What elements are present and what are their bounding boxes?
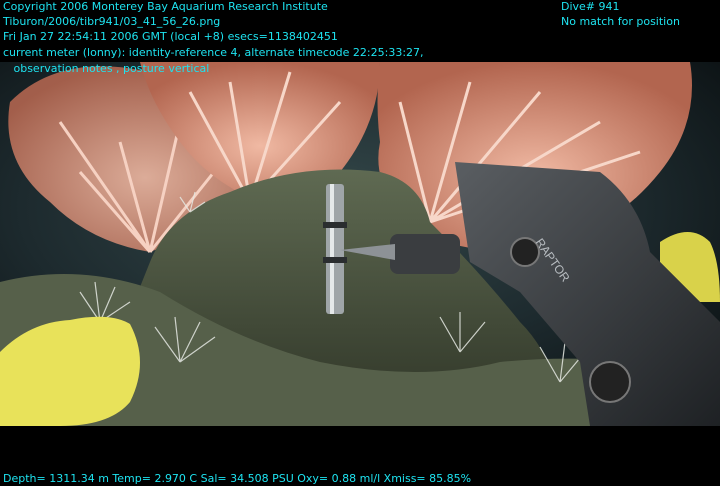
current-meter — [323, 184, 347, 314]
sensor-readout: Depth= 1311.34 m Temp= 2.970 C Sal= 34.5… — [3, 472, 472, 485]
dive-label: Dive# 941 — [561, 0, 620, 13]
header-line-copyright: Copyright 2006 Monterey Bay Aquarium Res… — [3, 0, 328, 13]
header-line-filename: Tiburon/2006/tibr941/03_41_56_26.png — [3, 15, 221, 28]
header-line-annotation: current meter (lonny): identity-referenc… — [3, 46, 424, 59]
position-status: No match for position — [561, 15, 680, 28]
header-line-timestamp: Fri Jan 27 22:54:11 2006 GMT (local +8) … — [3, 30, 338, 43]
underwater-scene: RAPTOR — [0, 62, 720, 426]
header-line-notes: observation notes , posture vertical — [3, 62, 210, 75]
